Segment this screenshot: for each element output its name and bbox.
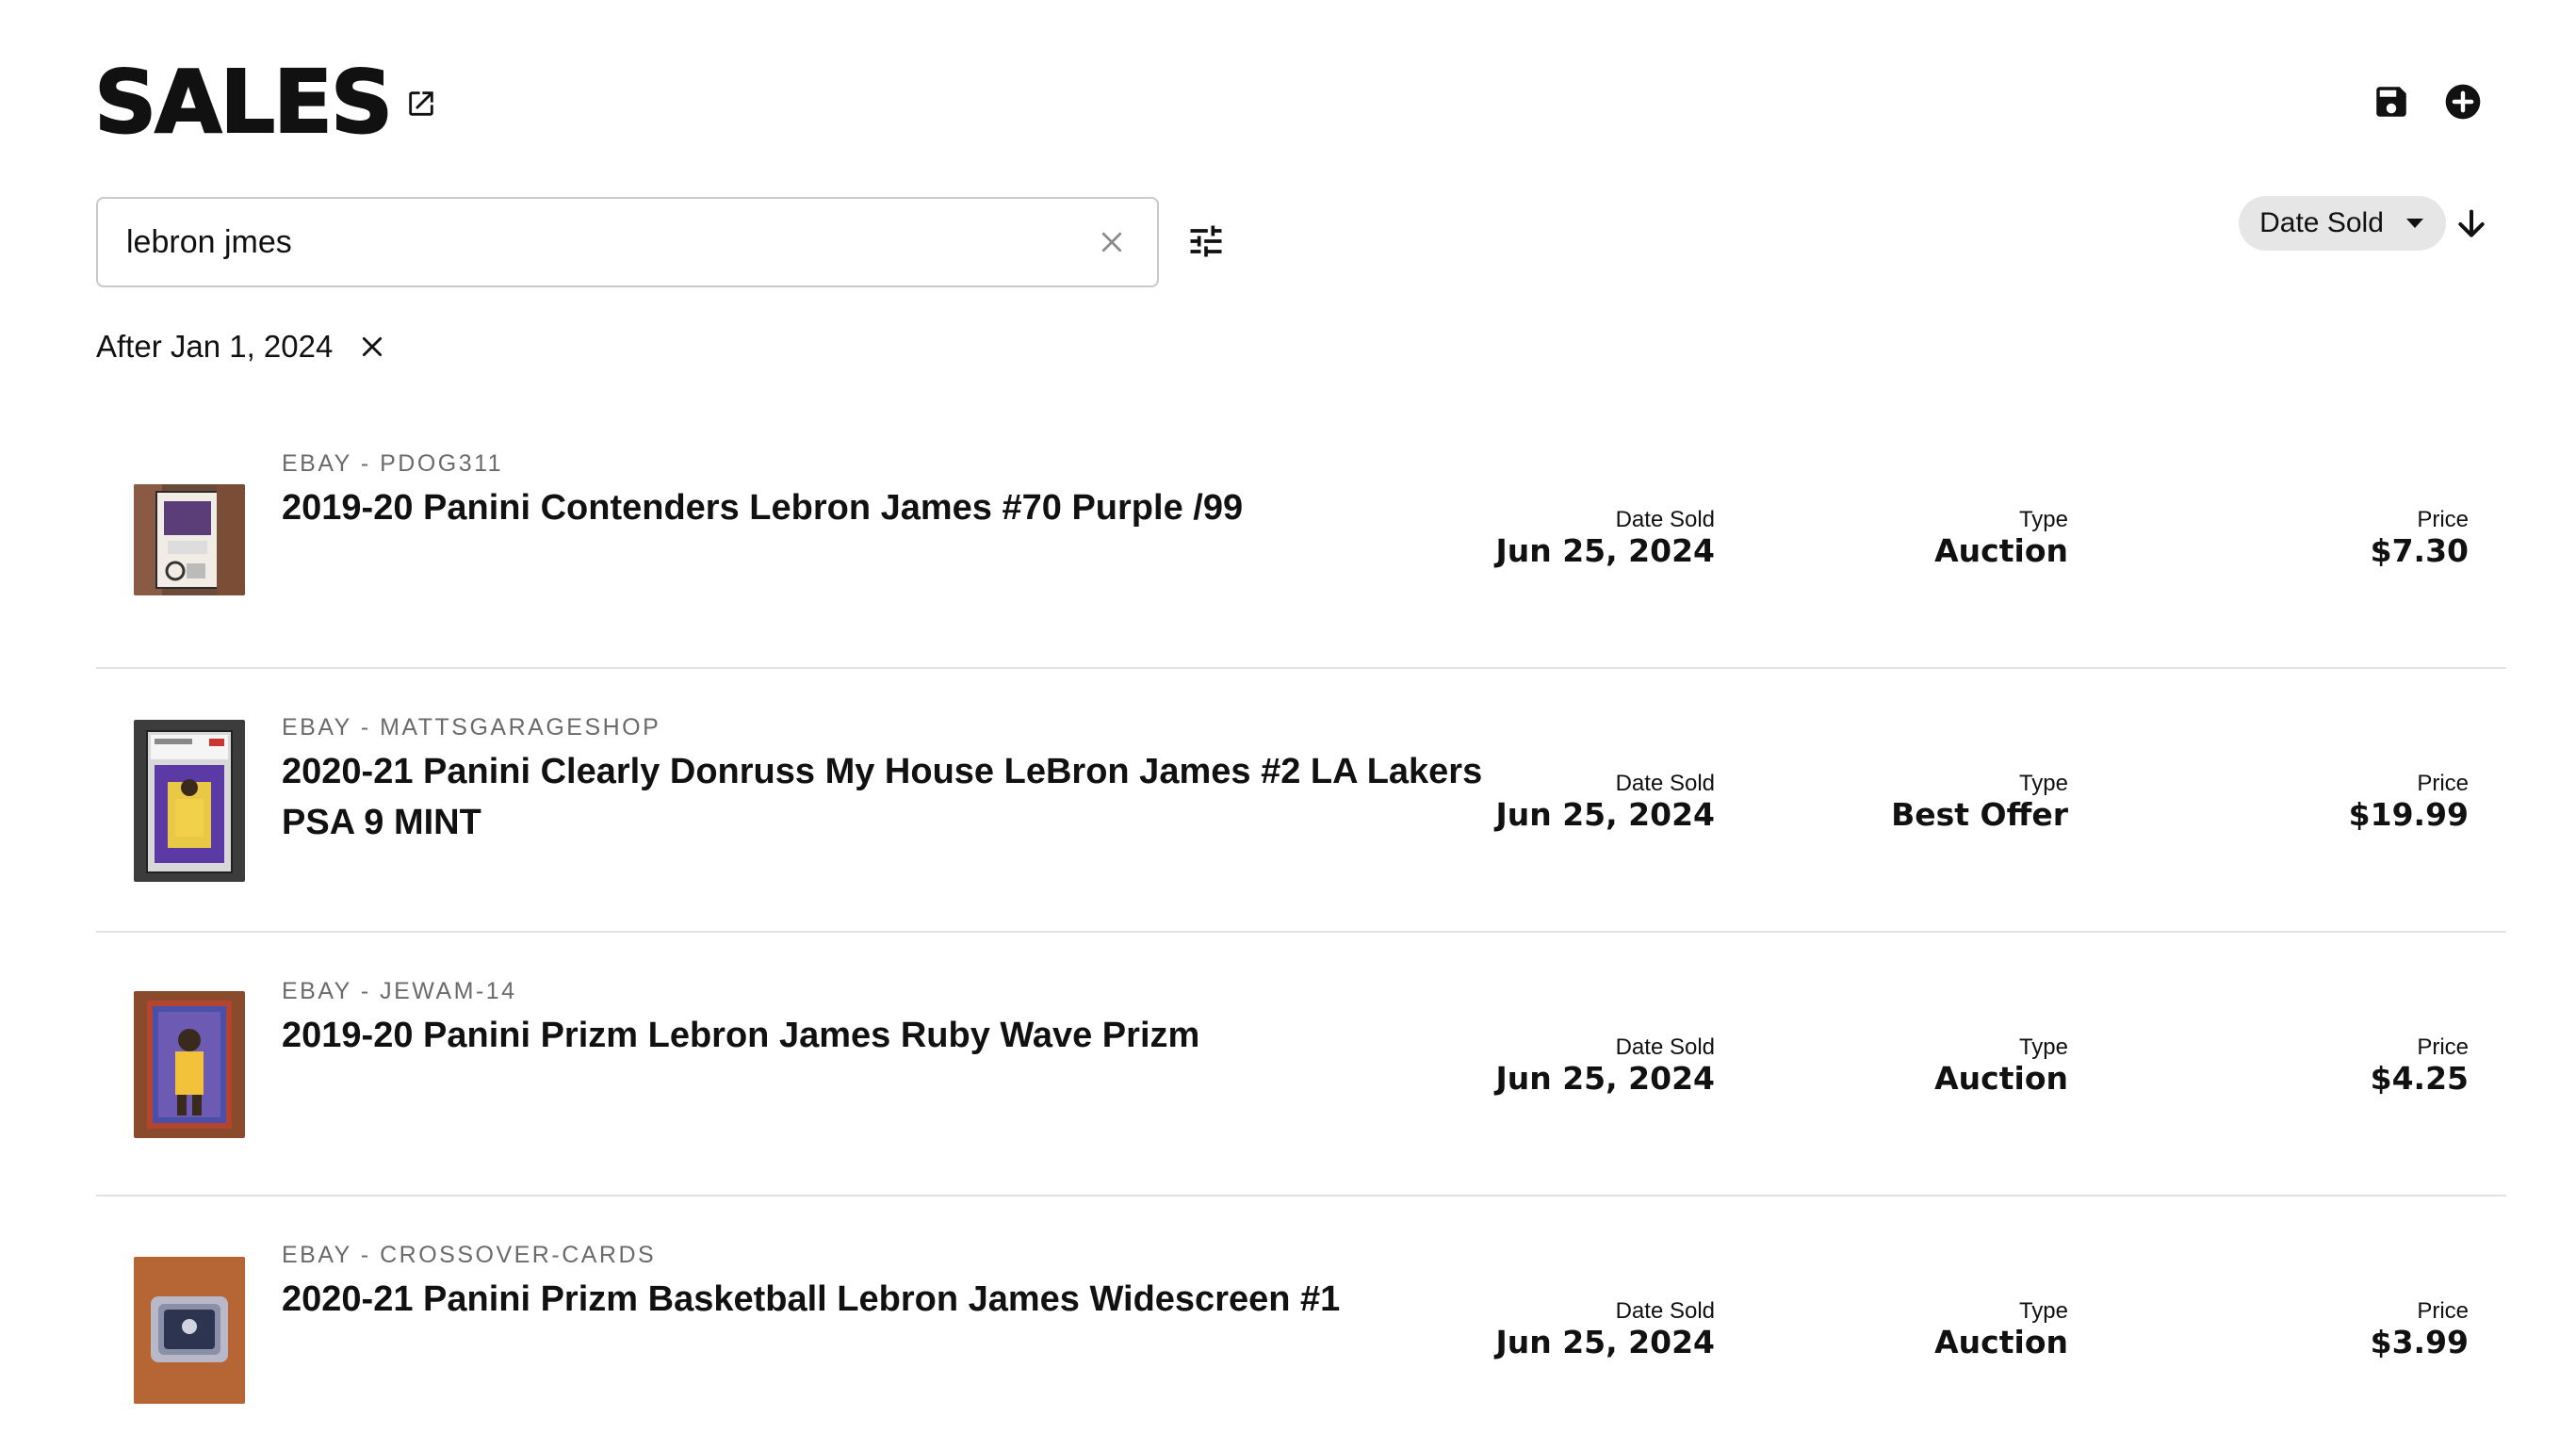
date-sold-label: Date Sold	[1615, 1034, 1715, 1060]
date-sold-value: Jun 25, 2024	[1495, 1060, 1715, 1097]
card-thumbnail	[134, 484, 245, 595]
price-label: Price	[2417, 507, 2469, 532]
date-sold-value: Jun 25, 2024	[1495, 532, 1715, 569]
seller-label: EBAY - MATTSGARAGESHOP	[282, 714, 661, 741]
type-column: Type Auction	[1934, 507, 2068, 569]
sort-label: Date Sold	[2259, 207, 2384, 238]
type-value: Auction	[1934, 1324, 2068, 1360]
price-column: Price $4.25	[2371, 1034, 2469, 1097]
type-column: Type Auction	[1934, 1298, 2068, 1360]
caret-down-icon	[2405, 219, 2423, 228]
price-value: $7.30	[2370, 532, 2469, 569]
save-icon	[2376, 87, 2406, 117]
type-column: Type Auction	[1934, 1034, 2068, 1097]
add-sale-button[interactable]	[2442, 81, 2484, 122]
add-circle-icon	[2445, 84, 2481, 120]
price-label: Price	[2417, 1034, 2469, 1060]
seller-label: EBAY - JEWAM-14	[282, 978, 517, 1004]
tune-icon	[1190, 225, 1222, 257]
seller-label: EBAY - CROSSOVER-CARDS	[282, 1242, 657, 1268]
price-column: Price $19.99	[2349, 771, 2469, 833]
price-column: Price $7.30	[2371, 507, 2469, 569]
price-column: Price $3.99	[2371, 1298, 2469, 1360]
clear-search-button[interactable]	[1084, 214, 1140, 270]
sale-row[interactable]: EBAY - PDOG311 2019-20 Panini Contenders…	[96, 405, 2506, 669]
page-title: SALES	[93, 51, 394, 154]
sale-row[interactable]: EBAY - JEWAM-14 2019-20 Panini Prizm Leb…	[96, 933, 2506, 1197]
date-sold-column: Date Sold Jun 25, 2024	[1495, 771, 1715, 833]
type-label: Type	[2018, 771, 2068, 796]
card-thumbnail	[134, 720, 245, 882]
type-value: Auction	[1934, 532, 2068, 569]
filter-button[interactable]	[1180, 215, 1232, 268]
arrow-down-icon	[2458, 209, 2485, 237]
remove-filter-button[interactable]	[353, 328, 391, 366]
date-sold-value: Jun 25, 2024	[1495, 1324, 1715, 1360]
close-icon	[1101, 232, 1122, 252]
item-title[interactable]: 2019-20 Panini Prizm Lebron James Ruby W…	[282, 1010, 1563, 1061]
type-label: Type	[2018, 1298, 2068, 1324]
header-actions	[2371, 81, 2484, 122]
close-icon	[363, 336, 383, 357]
card-thumbnail	[134, 991, 245, 1138]
sales-page: SALES Date	[0, 0, 2576, 1449]
date-sold-column: Date Sold Jun 25, 2024	[1495, 1298, 1715, 1360]
type-label: Type	[2018, 507, 2068, 532]
date-sold-label: Date Sold	[1615, 771, 1715, 796]
type-value: Auction	[1934, 1060, 2068, 1097]
type-value: Best Offer	[1891, 796, 2068, 833]
item-title[interactable]: 2019-20 Panini Contenders Lebron James #…	[282, 482, 1563, 533]
date-sold-column: Date Sold Jun 25, 2024	[1495, 507, 1715, 569]
search-box	[96, 197, 1159, 287]
active-filter-chip: After Jan 1, 2024	[96, 328, 391, 366]
type-column: Type Best Offer	[1891, 771, 2068, 833]
date-sold-label: Date Sold	[1615, 1298, 1715, 1324]
card-thumbnail	[134, 1257, 245, 1404]
sort-direction-button[interactable]	[2448, 201, 2495, 248]
price-label: Price	[2417, 1298, 2469, 1324]
date-sold-column: Date Sold Jun 25, 2024	[1495, 1034, 1715, 1097]
price-value: $3.99	[2370, 1324, 2469, 1360]
item-title[interactable]: 2020-21 Panini Prizm Basketball Lebron J…	[282, 1274, 1563, 1325]
sale-row[interactable]: EBAY - MATTSGARAGESHOP 2020-21 Panini Cl…	[96, 669, 2506, 933]
price-label: Price	[2417, 771, 2469, 796]
price-value: $19.99	[2348, 796, 2469, 833]
sale-row[interactable]: EBAY - CROSSOVER-CARDS 2020-21 Panini Pr…	[96, 1197, 2506, 1449]
sort-dropdown[interactable]: Date Sold	[2239, 196, 2446, 251]
open-in-new-icon[interactable]	[405, 88, 437, 120]
item-title[interactable]: 2020-21 Panini Clearly Donruss My House …	[282, 746, 1563, 848]
save-button[interactable]	[2371, 81, 2412, 122]
type-label: Type	[2018, 1034, 2068, 1060]
price-value: $4.25	[2370, 1060, 2469, 1097]
sales-list: EBAY - PDOG311 2019-20 Panini Contenders…	[96, 405, 2506, 1449]
filter-chip-label: After Jan 1, 2024	[96, 329, 334, 364]
date-sold-value: Jun 25, 2024	[1495, 796, 1715, 833]
search-input[interactable]	[98, 199, 1084, 285]
date-sold-label: Date Sold	[1615, 507, 1715, 532]
seller-label: EBAY - PDOG311	[282, 450, 504, 477]
